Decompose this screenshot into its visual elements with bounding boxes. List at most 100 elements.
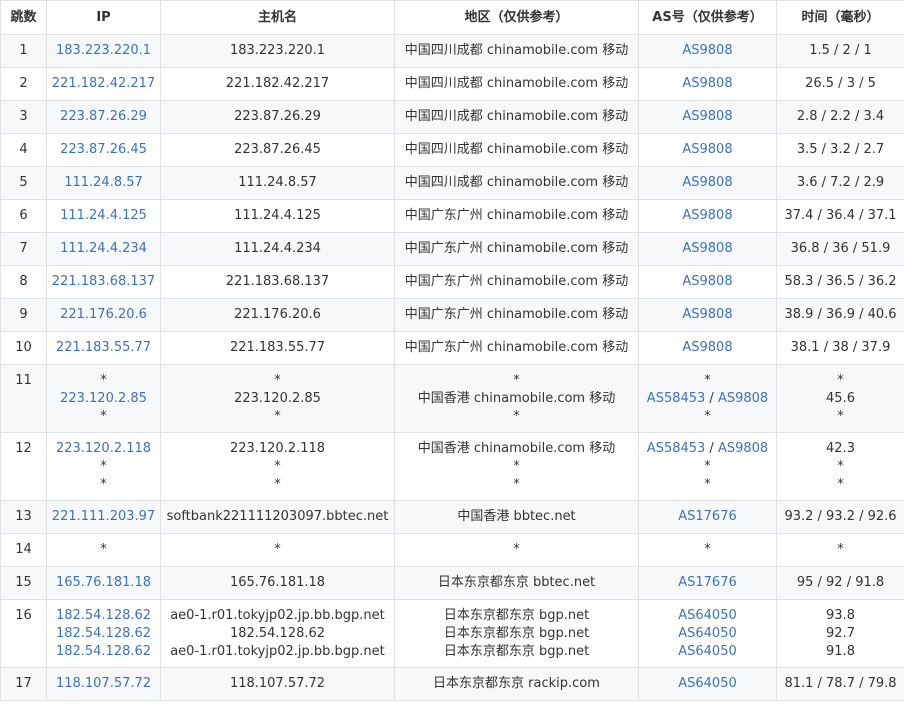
- as-link[interactable]: AS9808: [682, 175, 732, 190]
- time-cell: 38.1 / 38 / 37.9: [776, 331, 904, 365]
- table-body: 1 183.223.220.1 183.223.220.1 中国四川成都 chinam…: [0, 34, 904, 701]
- as-line: AS9808: [643, 174, 772, 192]
- as-link[interactable]: AS64050: [678, 676, 737, 691]
- table-row: 5 111.24.8.57 111.24.8.57 中国四川成都 chinamobil…: [0, 166, 904, 200]
- region-cell: 中国四川成都 chinamobile.com 移动: [394, 100, 639, 134]
- ip-line: *: [51, 541, 156, 559]
- hop-cell: 17: [0, 667, 47, 701]
- ip-link[interactable]: 182.54.128.62: [56, 626, 151, 641]
- hostname: *: [274, 542, 281, 557]
- hop-cell: 4: [0, 133, 47, 167]
- ip-timeout: *: [100, 372, 107, 388]
- host-cell: ae0-1.r01.tokyjp02.jp.bb.bgp.net 182.54.1…: [160, 599, 395, 668]
- hop-number: 6: [19, 208, 28, 223]
- latency: 81.1 / 78.7 / 79.8: [784, 676, 897, 691]
- region-text: 中国广东广州 chinamobile.com 移动: [404, 274, 629, 289]
- as-link[interactable]: AS9808: [682, 76, 732, 91]
- as-link[interactable]: AS58453: [647, 391, 706, 406]
- hop-cell: 12: [0, 432, 47, 501]
- region-cell: *: [394, 533, 639, 567]
- ip-cell: 221.183.68.137: [46, 265, 161, 299]
- ip-link[interactable]: 118.107.57.72: [56, 676, 151, 691]
- table-row: 10 221.183.55.77 221.183.55.77 中国广东广州 china…: [0, 331, 904, 365]
- ip-link[interactable]: 223.87.26.29: [60, 109, 147, 124]
- ip-cell: 182.54.128.62 182.54.128.62 182.54.128.62: [46, 599, 161, 668]
- as-link[interactable]: AS17676: [678, 509, 737, 524]
- ip-link[interactable]: 111.24.4.234: [60, 241, 147, 256]
- hostname: 223.120.2.118: [229, 440, 326, 456]
- as-link[interactable]: AS9808: [682, 109, 732, 124]
- hostname: 111.24.4.125: [234, 208, 321, 223]
- ip-cell: 183.223.220.1: [46, 34, 161, 68]
- ip-link[interactable]: 182.54.128.62: [56, 608, 151, 623]
- hop-cell: 2: [0, 67, 47, 101]
- ip-link[interactable]: 221.111.203.97: [52, 509, 155, 524]
- ip-link[interactable]: 223.120.2.85: [60, 391, 147, 406]
- region-cell: 中国四川成都 chinamobile.com 移动: [394, 133, 639, 167]
- as-line: AS64050: [643, 607, 772, 625]
- ip-cell: 118.107.57.72: [46, 667, 161, 701]
- ip-link[interactable]: 165.76.181.18: [56, 575, 151, 590]
- as-line: AS64050: [643, 625, 772, 643]
- as-link[interactable]: AS17676: [678, 575, 737, 590]
- ip-link[interactable]: 221.183.55.77: [56, 340, 151, 355]
- as-line: AS17676: [643, 574, 772, 592]
- as-link[interactable]: AS9808: [682, 43, 732, 58]
- as-line: AS9808: [643, 240, 772, 258]
- ip-link[interactable]: 111.24.4.125: [60, 208, 147, 223]
- region-text: 中国广东广州 chinamobile.com 移动: [404, 340, 629, 355]
- as-separator: /: [705, 390, 718, 406]
- ip-link[interactable]: 223.120.2.118: [56, 441, 151, 456]
- time-cell: 1.5 / 2 / 1: [776, 34, 904, 68]
- time-cell: 26.5 / 3 / 5: [776, 67, 904, 101]
- ip-link[interactable]: 223.87.26.45: [60, 142, 147, 157]
- as-line: AS9808: [643, 75, 772, 93]
- table-row: 8 221.183.68.137 221.183.68.137 中国广东广州 chin…: [0, 265, 904, 299]
- hostname: 111.24.8.57: [238, 175, 317, 190]
- ip-line: 111.24.8.57: [51, 174, 156, 192]
- latency: 93.8: [826, 607, 855, 623]
- as-link[interactable]: AS9808: [682, 241, 732, 256]
- time-cell: 81.1 / 78.7 / 79.8: [776, 667, 904, 701]
- hop-number: 11: [15, 373, 32, 388]
- ip-line: 221.111.203.97: [51, 508, 156, 526]
- ip-line: 221.182.42.217: [51, 75, 156, 93]
- ip-link[interactable]: 221.183.68.137: [52, 274, 155, 289]
- as-link[interactable]: AS64050: [678, 608, 737, 623]
- region-cell: 中国四川成都 chinamobile.com 移动: [394, 67, 639, 101]
- ip-link[interactable]: 221.176.20.6: [60, 307, 147, 322]
- as-link[interactable]: AS9808: [718, 391, 768, 406]
- ip-link[interactable]: 221.182.42.217: [52, 76, 155, 91]
- host-cell: *: [160, 533, 395, 567]
- region-text: *: [513, 408, 520, 424]
- as-cell: AS9808: [638, 100, 777, 134]
- ip-line: 182.54.128.62: [51, 643, 156, 661]
- as-line: AS9808: [643, 207, 772, 225]
- ip-link[interactable]: 183.223.220.1: [56, 43, 151, 58]
- as-link[interactable]: AS58453: [647, 441, 706, 456]
- ip-link[interactable]: 182.54.128.62: [56, 644, 151, 659]
- as-link[interactable]: AS64050: [678, 644, 737, 659]
- hop-number: 15: [15, 575, 32, 590]
- table-row: 3 223.87.26.29 223.87.26.29 中国四川成都 chinamob…: [0, 100, 904, 134]
- latency: *: [837, 542, 844, 557]
- time-cell: 93.8 92.7 91.8: [776, 599, 904, 668]
- ip-line: *: [51, 408, 156, 426]
- as-link[interactable]: AS9808: [682, 208, 732, 223]
- region-cell: 中国广东广州 chinamobile.com 移动: [394, 298, 639, 332]
- as-link[interactable]: AS9808: [718, 441, 768, 456]
- hostname: 223.120.2.85: [234, 390, 321, 406]
- time-cell: 37.4 / 36.4 / 37.1: [776, 199, 904, 233]
- as-link[interactable]: AS9808: [682, 142, 732, 157]
- header-as: AS号（仅供参考）: [638, 0, 777, 35]
- table-row: 7 111.24.4.234 111.24.4.234 中国广东广州 chinamob…: [0, 232, 904, 266]
- hostname: *: [274, 372, 281, 388]
- as-link[interactable]: AS9808: [682, 340, 732, 355]
- as-link[interactable]: AS9808: [682, 274, 732, 289]
- as-link[interactable]: AS9808: [682, 307, 732, 322]
- ip-line: 182.54.128.62: [51, 625, 156, 643]
- as-link[interactable]: AS64050: [678, 626, 737, 641]
- ip-link[interactable]: 111.24.8.57: [64, 175, 143, 190]
- hop-cell: 8: [0, 265, 47, 299]
- table-row: 13 221.111.203.97 softbank221111203097.bbt…: [0, 500, 904, 534]
